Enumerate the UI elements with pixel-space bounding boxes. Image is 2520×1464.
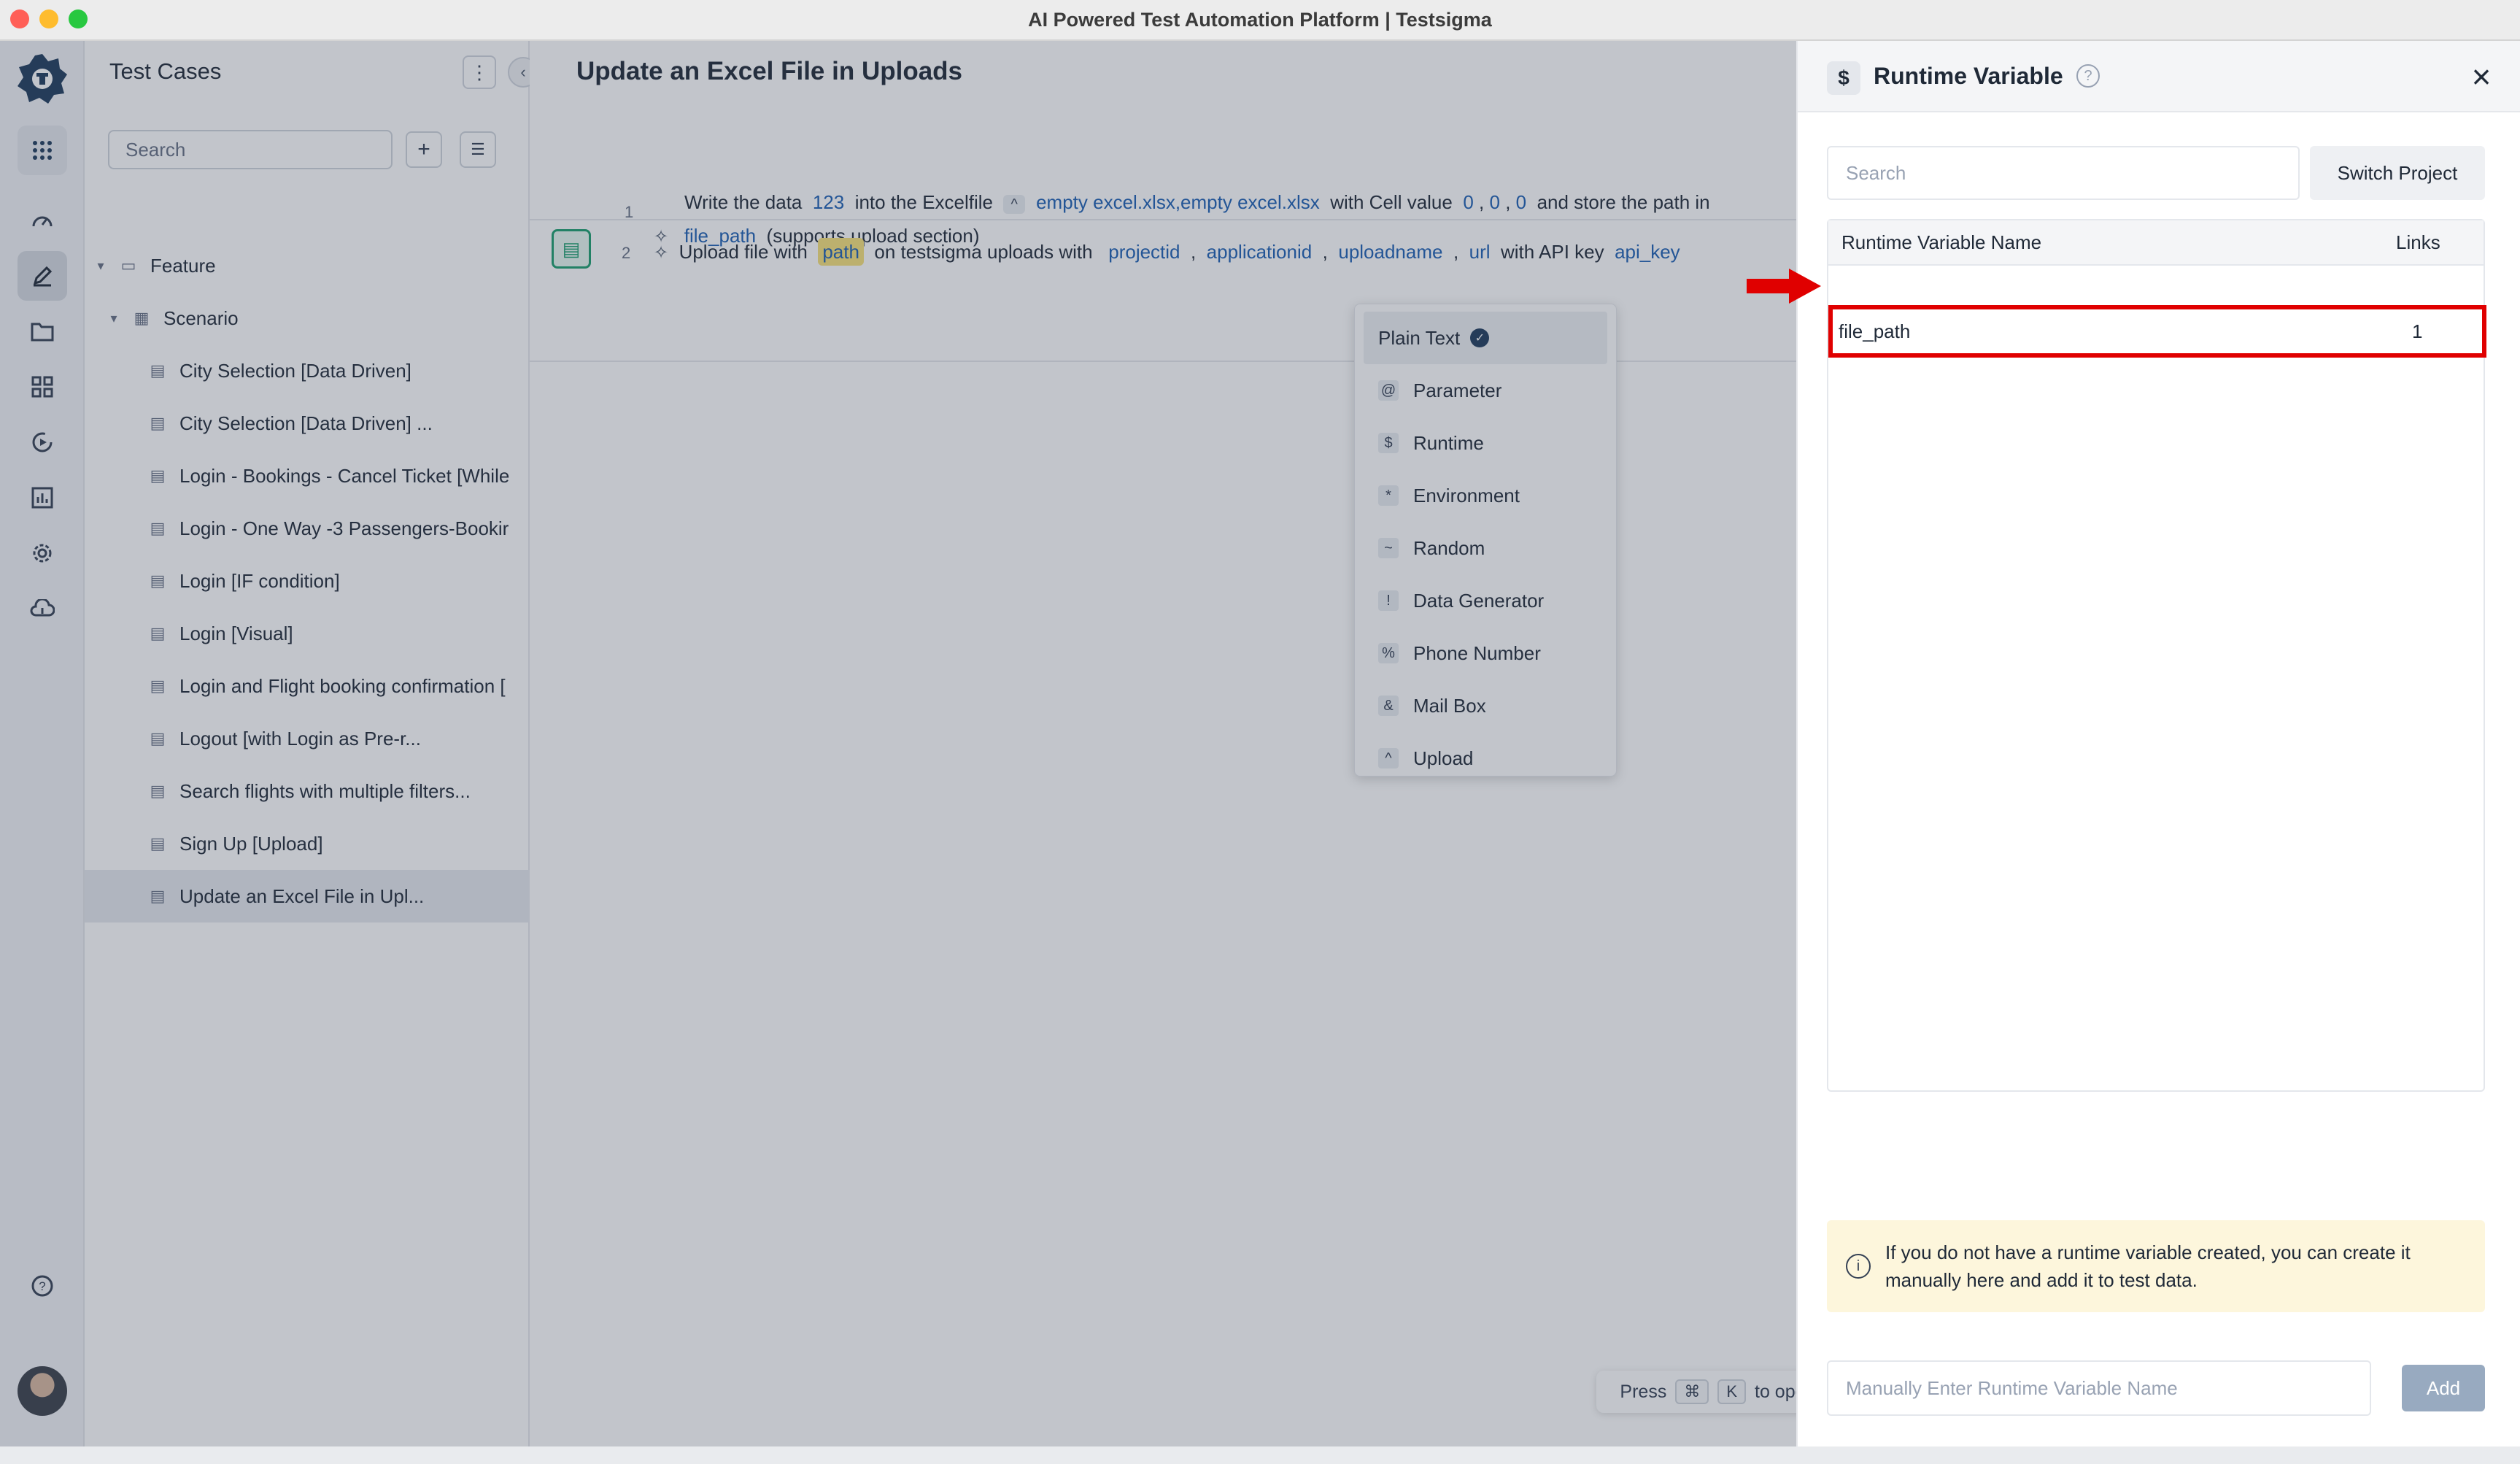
runtime-variable-table: Runtime Variable Name Links file_path 1 xyxy=(1827,219,2486,1092)
red-arrow-icon xyxy=(1747,269,1821,304)
panel-title: Runtime Variable xyxy=(1874,63,2063,89)
add-button[interactable]: Add xyxy=(2402,1365,2485,1411)
close-icon[interactable]: × xyxy=(2462,57,2501,96)
runtime-variable-search-input[interactable]: Search xyxy=(1827,146,2300,200)
panel-header: $ Runtime Variable ? × xyxy=(1798,41,2520,112)
table-row[interactable]: file_path 1 xyxy=(1828,305,2486,358)
traffic-lights xyxy=(10,9,88,28)
info-text: If you do not have a runtime variable cr… xyxy=(1885,1241,2411,1291)
variable-name-cell: file_path xyxy=(1839,320,1911,342)
table-header: Runtime Variable Name Links xyxy=(1828,220,2484,266)
close-window-button[interactable] xyxy=(10,9,29,28)
maximize-window-button[interactable] xyxy=(69,9,88,28)
variable-links-cell: 1 xyxy=(2411,320,2423,342)
column-header-name: Runtime Variable Name xyxy=(1841,231,2042,253)
runtime-variable-panel: $ Runtime Variable ? × Search Switch Pro… xyxy=(1796,41,2520,1446)
info-icon: i xyxy=(1846,1254,1871,1279)
window-titlebar: AI Powered Test Automation Platform | Te… xyxy=(0,0,2520,41)
window-title: AI Powered Test Automation Platform | Te… xyxy=(1028,8,1492,31)
column-header-links: Links xyxy=(2396,231,2440,253)
dollar-icon: $ xyxy=(1827,61,1860,95)
window-bottom-edge xyxy=(0,1446,2520,1464)
help-circle-icon[interactable]: ? xyxy=(2076,64,2100,88)
info-banner: i If you do not have a runtime variable … xyxy=(1827,1220,2485,1312)
minimize-window-button[interactable] xyxy=(39,9,58,28)
manual-runtime-variable-input[interactable]: Manually Enter Runtime Variable Name xyxy=(1827,1360,2371,1416)
switch-project-button[interactable]: Switch Project xyxy=(2310,146,2485,200)
modal-backdrop[interactable] xyxy=(0,41,1796,1446)
